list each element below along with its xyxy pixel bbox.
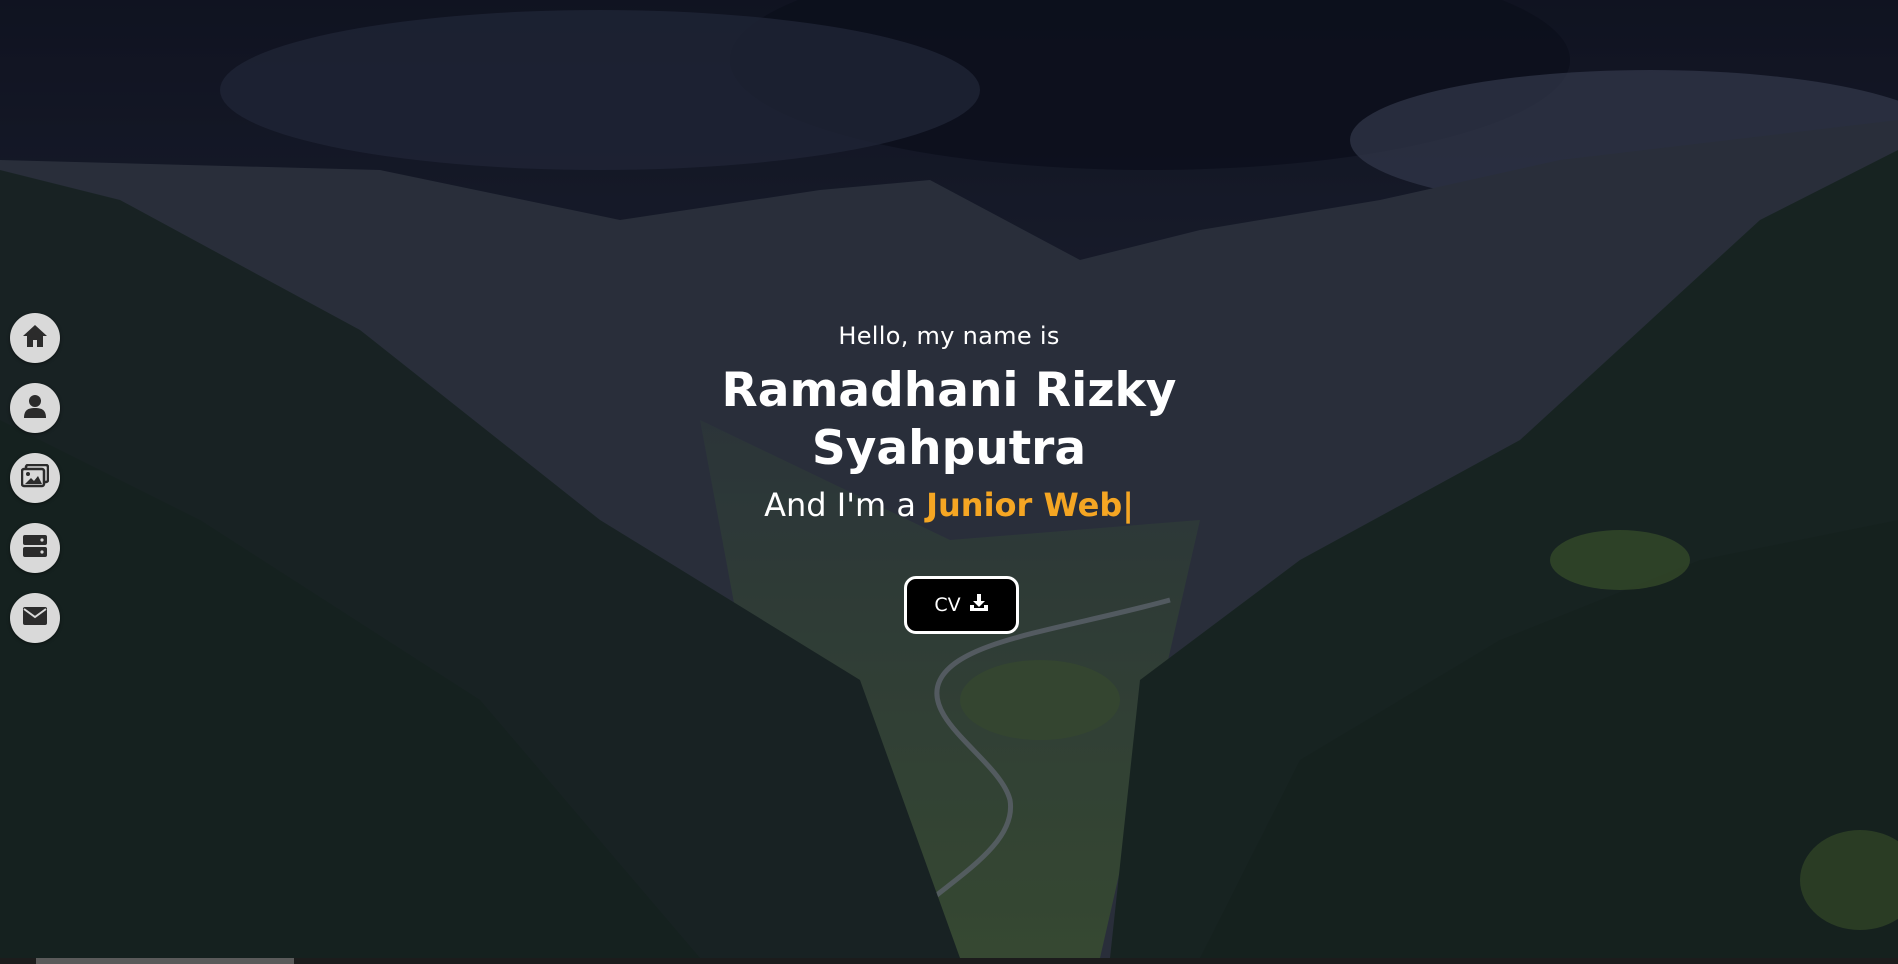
nav-contact-button[interactable] — [10, 593, 60, 643]
envelope-icon — [22, 606, 48, 630]
name-line-2: Syahputra — [811, 421, 1087, 476]
name-heading: Ramadhani Rizky Syahputra — [0, 362, 1898, 478]
nav-about-button[interactable] — [10, 383, 60, 433]
download-icon — [969, 593, 989, 617]
nav-services-button[interactable] — [10, 523, 60, 573]
server-icon — [22, 534, 48, 562]
images-icon — [20, 463, 50, 492]
cv-download-button[interactable]: CV — [904, 576, 1019, 634]
role-text: And I'm a Junior Web| — [0, 486, 1898, 524]
sidebar-nav — [10, 313, 60, 663]
greeting-text: Hello, my name is — [838, 322, 1060, 350]
user-icon — [24, 394, 46, 422]
nav-home-button[interactable] — [10, 313, 60, 363]
hero-section: Hello, my name is Ramadhani Rizky Syahpu… — [0, 0, 1898, 958]
dark-overlay — [0, 0, 1898, 958]
nav-portfolio-button[interactable] — [10, 453, 60, 503]
name-line-1: Ramadhani Rizky — [721, 363, 1177, 418]
horizontal-scrollbar-thumb[interactable] — [36, 958, 294, 964]
cv-button-label: CV — [934, 594, 961, 616]
home-icon — [22, 324, 48, 352]
role-prefix: And I'm a — [764, 486, 916, 524]
role-typed-text: Junior Web| — [926, 486, 1134, 524]
